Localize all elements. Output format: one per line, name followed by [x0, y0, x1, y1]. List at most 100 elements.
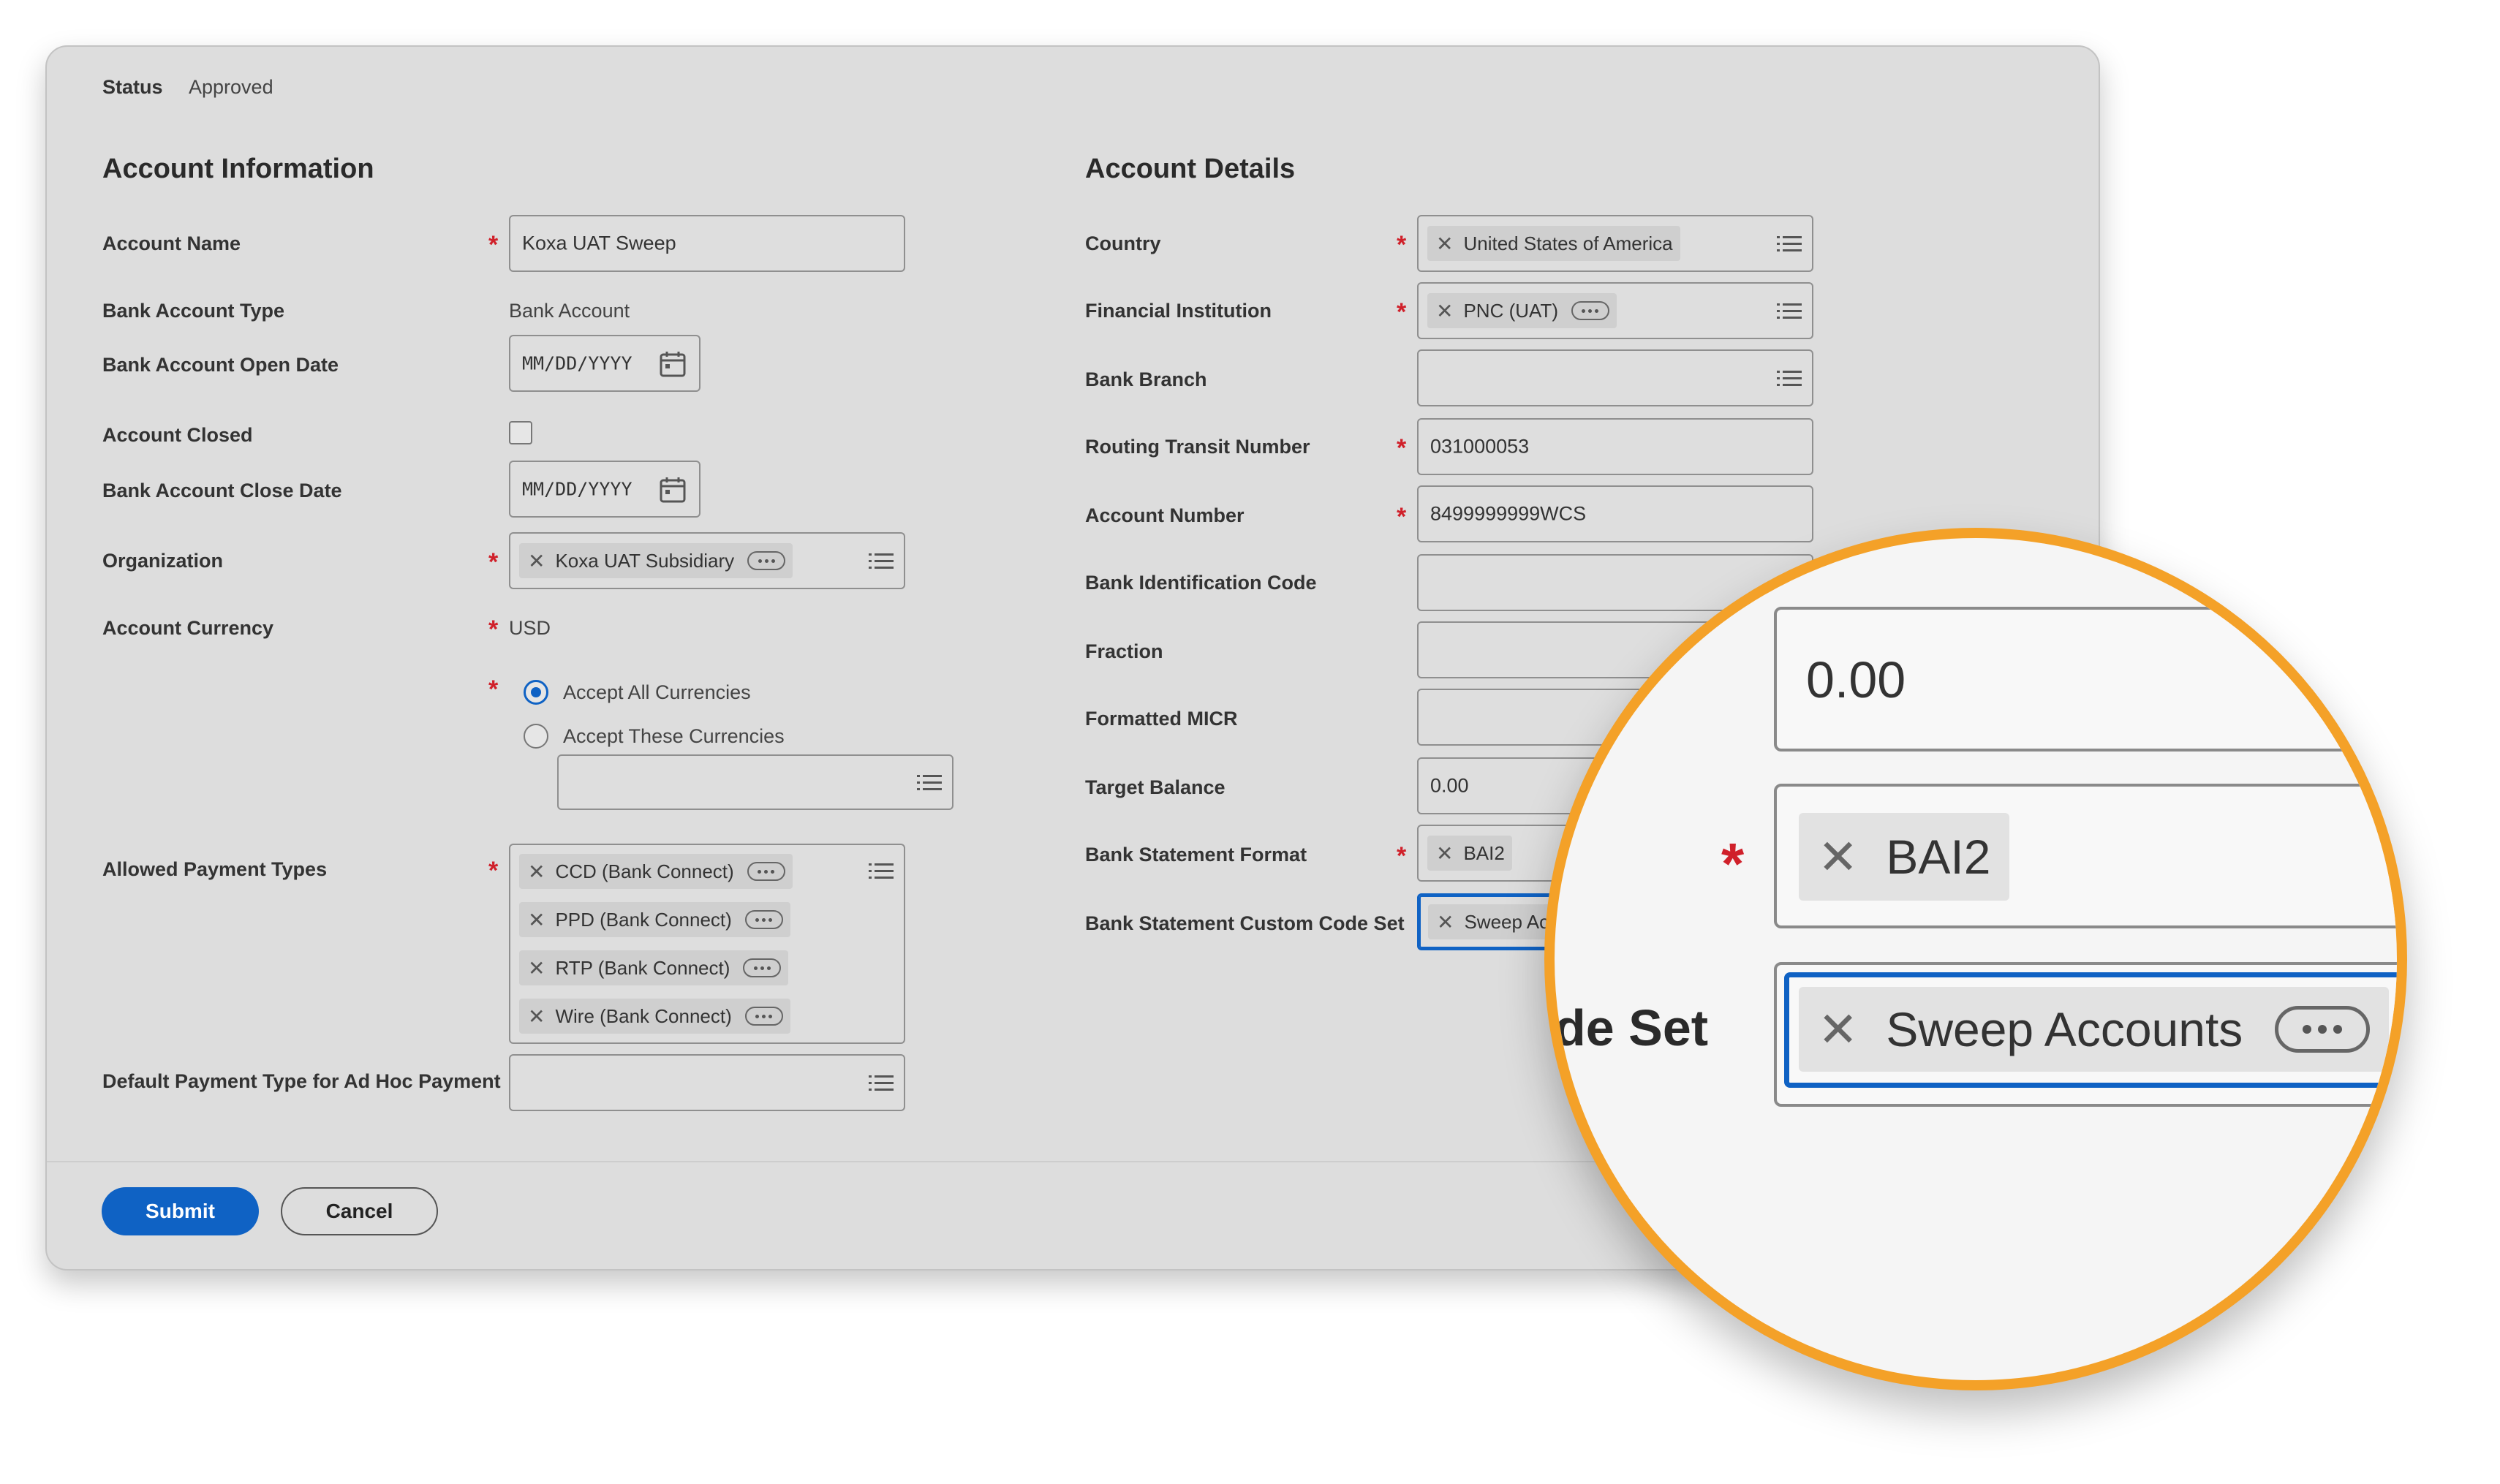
zoom-magnifier: 0.00 * ✕ BAI2 de Set ✕ Sweep Accounts: [1544, 528, 2407, 1390]
calendar-icon[interactable]: [658, 349, 687, 379]
target-balance-value: 0.00: [1430, 774, 1469, 797]
bank-account-type-value: Bank Account: [509, 300, 630, 322]
payment-type-chip[interactable]: ✕ CCD (Bank Connect): [519, 854, 793, 889]
radio-accept-all[interactable]: [524, 680, 548, 705]
list-icon[interactable]: [869, 1073, 894, 1094]
financial-institution-chip-label: PNC (UAT): [1463, 299, 1558, 322]
financial-institution-label: Financial Institution: [1085, 300, 1272, 322]
account-details-header: Account Details: [1085, 154, 1296, 184]
close-icon[interactable]: ✕: [528, 860, 545, 884]
account-number-input[interactable]: 8499999999WCS: [1417, 485, 1813, 542]
close-date-placeholder: MM/DD/YYYY: [522, 478, 632, 500]
mag-custom-code-chip: ✕ Sweep Accounts: [1799, 987, 2390, 1072]
list-icon[interactable]: [1777, 234, 1802, 254]
more-icon[interactable]: [743, 958, 782, 977]
close-icon[interactable]: ✕: [528, 956, 545, 980]
payment-type-chip[interactable]: ✕ RTP (Bank Connect): [519, 950, 789, 985]
more-icon[interactable]: [744, 910, 783, 929]
country-input[interactable]: ✕ United States of America: [1417, 215, 1813, 272]
submit-button[interactable]: Submit: [102, 1187, 259, 1235]
statement-format-chip-label: BAI2: [1463, 841, 1505, 864]
country-chip[interactable]: ✕ United States of America: [1427, 226, 1680, 261]
micr-label: Formatted MICR: [1085, 708, 1238, 730]
account-currency-value: USD: [509, 617, 551, 639]
close-icon: ✕: [1818, 829, 1859, 884]
required-marker: *: [1397, 434, 1407, 462]
routing-label: Routing Transit Number: [1085, 436, 1310, 458]
default-payment-input[interactable]: [509, 1054, 905, 1111]
list-icon[interactable]: [917, 773, 942, 793]
status-value: Approved: [189, 76, 273, 98]
account-closed-checkbox[interactable]: [509, 421, 532, 444]
mag-statement-format-field: ✕ BAI2: [1774, 784, 2397, 928]
payment-type-chip[interactable]: ✕ PPD (Bank Connect): [519, 902, 790, 937]
close-icon[interactable]: ✕: [528, 549, 545, 573]
payment-type-label: Wire (Bank Connect): [555, 1004, 732, 1027]
custom-code-set-chip[interactable]: ✕ Sweep Ac: [1428, 904, 1557, 939]
accept-these-label: Accept These Currencies: [563, 725, 785, 747]
mag-required-marker: *: [1721, 831, 1745, 896]
organization-chip-label: Koxa UAT Subsidiary: [555, 549, 735, 572]
currencies-input[interactable]: [557, 754, 953, 810]
mag-statement-format-label: BAI2: [1886, 830, 1991, 884]
accept-all-label: Accept All Currencies: [563, 681, 751, 703]
list-icon[interactable]: [1777, 368, 1802, 389]
account-information-header: Account Information: [102, 154, 374, 184]
close-icon[interactable]: ✕: [1436, 299, 1453, 323]
routing-input[interactable]: 031000053: [1417, 418, 1813, 475]
payment-type-label: RTP (Bank Connect): [555, 956, 730, 979]
required-marker: *: [1397, 231, 1407, 259]
more-icon[interactable]: [747, 551, 786, 570]
organization-input[interactable]: ✕ Koxa UAT Subsidiary: [509, 532, 905, 589]
close-icon[interactable]: ✕: [1436, 232, 1453, 256]
statement-format-chip[interactable]: ✕ BAI2: [1427, 836, 1512, 871]
required-marker: *: [1397, 298, 1407, 326]
financial-institution-input[interactable]: ✕ PNC (UAT): [1417, 282, 1813, 339]
mag-target-balance-field: 0.00: [1774, 607, 2397, 752]
bank-account-type-label: Bank Account Type: [102, 300, 285, 322]
open-date-placeholder: MM/DD/YYYY: [522, 352, 632, 374]
required-marker: *: [1397, 503, 1407, 531]
required-marker: *: [488, 548, 499, 576]
more-icon[interactable]: [747, 862, 785, 881]
financial-institution-chip[interactable]: ✕ PNC (UAT): [1427, 293, 1617, 328]
more-icon: [2275, 1006, 2371, 1053]
payment-types-input[interactable]: ✕ CCD (Bank Connect) ✕ PPD (Bank Connect…: [509, 844, 905, 1044]
status-label: Status: [102, 76, 163, 98]
payment-type-chip[interactable]: ✕ Wire (Bank Connect): [519, 999, 790, 1034]
list-icon[interactable]: [869, 861, 894, 882]
mag-custom-code-label: Sweep Accounts: [1886, 1002, 2243, 1056]
close-icon[interactable]: ✕: [1437, 910, 1454, 934]
close-date-label: Bank Account Close Date: [102, 480, 342, 501]
close-icon[interactable]: ✕: [528, 1004, 545, 1029]
organization-label: Organization: [102, 550, 224, 572]
required-marker: *: [488, 857, 499, 885]
payment-types-label: Allowed Payment Types: [102, 858, 328, 880]
open-date-label: Bank Account Open Date: [102, 354, 339, 376]
account-name-input[interactable]: Koxa UAT Sweep: [509, 215, 905, 272]
close-icon[interactable]: ✕: [528, 908, 545, 932]
statement-format-label: Bank Statement Format: [1085, 844, 1307, 866]
close-date-input[interactable]: MM/DD/YYYY: [509, 461, 700, 518]
more-icon[interactable]: [1571, 301, 1609, 320]
account-name-value: Koxa UAT Sweep: [522, 232, 676, 254]
organization-chip[interactable]: ✕ Koxa UAT Subsidiary: [519, 543, 793, 578]
required-marker: *: [1397, 842, 1407, 870]
close-icon[interactable]: ✕: [1436, 841, 1453, 866]
calendar-icon[interactable]: [658, 475, 687, 504]
open-date-input[interactable]: MM/DD/YYYY: [509, 335, 700, 392]
custom-code-set-label: Bank Statement Custom Code Set: [1085, 912, 1405, 934]
mag-target-balance-value: 0.00: [1806, 651, 1906, 708]
list-icon[interactable]: [1777, 301, 1802, 322]
payment-type-label: PPD (Bank Connect): [555, 908, 732, 931]
routing-value: 031000053: [1430, 435, 1530, 458]
target-balance-label: Target Balance: [1085, 776, 1226, 798]
bank-branch-input[interactable]: [1417, 349, 1813, 406]
account-closed-label: Account Closed: [102, 424, 253, 446]
country-label: Country: [1085, 232, 1161, 254]
list-icon[interactable]: [869, 551, 894, 572]
cancel-button[interactable]: Cancel: [281, 1187, 438, 1235]
radio-accept-these[interactable]: [524, 724, 548, 749]
more-icon[interactable]: [744, 1007, 783, 1026]
account-name-label: Account Name: [102, 232, 241, 254]
